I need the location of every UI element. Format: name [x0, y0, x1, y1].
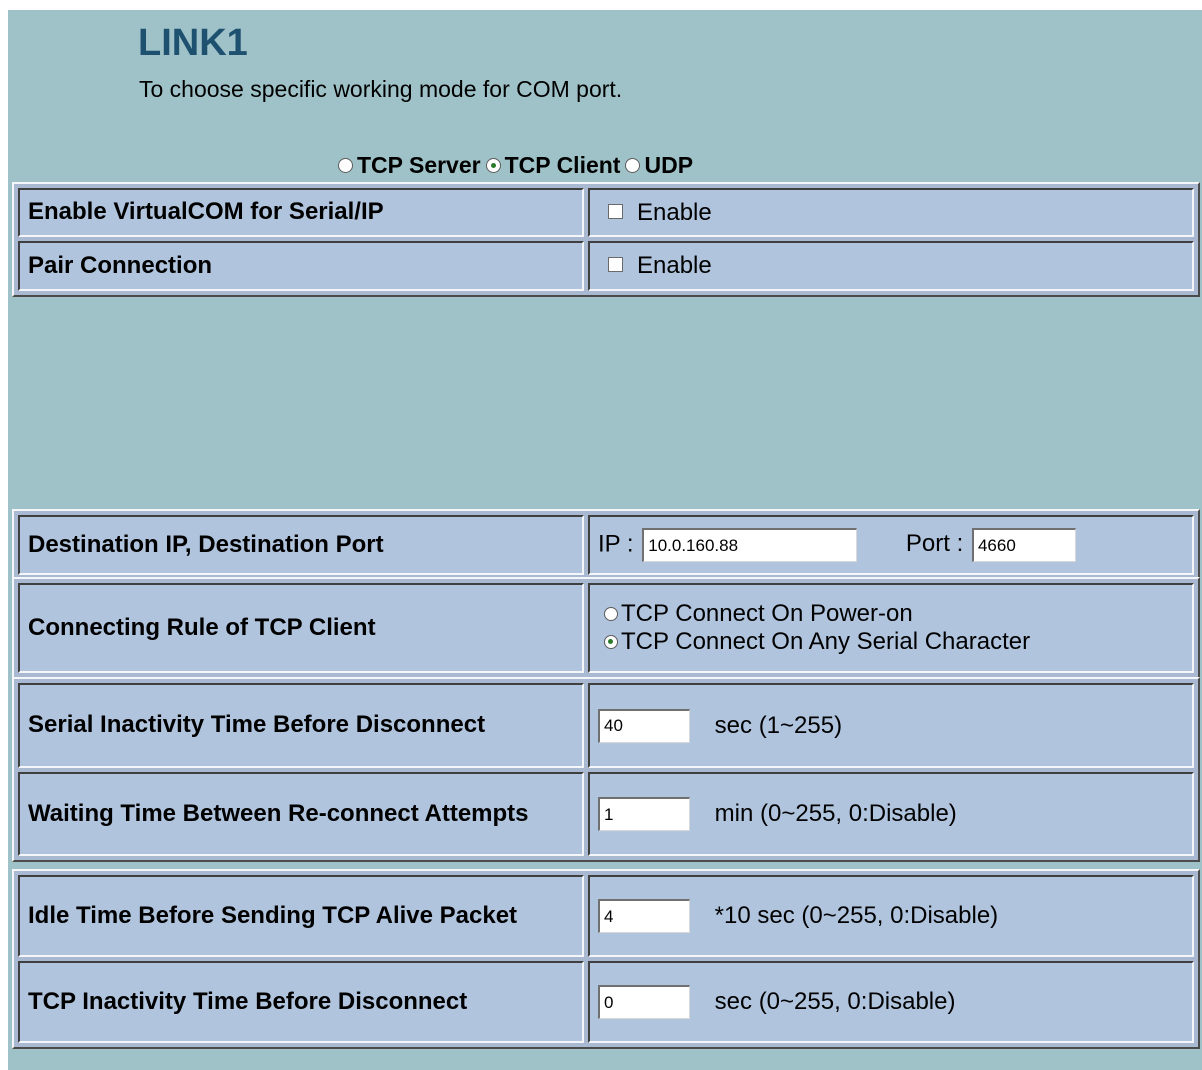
idle-alive-unit: *10 sec (0~255, 0:Disable): [714, 902, 999, 929]
mode-option-tcp-server[interactable]: TCP Server: [338, 152, 481, 179]
mode-udp-radio[interactable]: [625, 157, 641, 173]
virtualcom-label: Enable VirtualCOM for Serial/IP: [18, 188, 584, 237]
connecting-rule-table: Connecting Rule of TCP Client TCP Connec…: [12, 577, 1200, 679]
page-margin: [0, 0, 8, 1070]
reconnect-wait-row: Waiting Time Between Re-connect Attempts…: [18, 772, 1194, 856]
ip-label: IP :: [598, 530, 634, 558]
pair-connection-enable-label: Enable: [637, 252, 712, 279]
destination-table: Destination IP, Destination Port IP : Po…: [12, 509, 1200, 581]
pair-connection-label: Pair Connection: [18, 241, 584, 291]
destination-ip-input[interactable]: [642, 528, 858, 562]
timers-table-1: Serial Inactivity Time Before Disconnect…: [12, 677, 1200, 862]
tcp-inactivity-row: TCP Inactivity Time Before Disconnect se…: [18, 961, 1194, 1043]
destination-value-cell: IP : Port :: [588, 515, 1194, 575]
mode-tcp-client-radio[interactable]: [485, 157, 501, 173]
virtualcom-value-cell: Enable: [588, 188, 1194, 237]
destination-port-input[interactable]: [971, 528, 1076, 562]
virtualcom-row: Enable VirtualCOM for Serial/IP Enable: [18, 188, 1194, 237]
reconnect-wait-value-cell: min (0~255, 0:Disable): [588, 772, 1194, 856]
mode-option-udp[interactable]: UDP: [625, 152, 693, 179]
serial-inactivity-unit: sec (1~255): [714, 711, 843, 739]
mode-udp-label: UDP: [644, 151, 694, 178]
tcp-inactivity-label: TCP Inactivity Time Before Disconnect: [18, 961, 584, 1043]
pair-connection-value-cell: Enable: [588, 241, 1194, 291]
working-mode-selector: TCP Server TCP Client UDP: [338, 148, 698, 182]
port-label: Port :: [905, 530, 964, 558]
rule-any-serial-radio[interactable]: [604, 635, 618, 649]
mode-tcp-server-radio[interactable]: [338, 157, 353, 173]
pair-connection-row: Pair Connection Enable: [18, 241, 1194, 291]
reconnect-wait-unit: min (0~255, 0:Disable): [714, 800, 957, 827]
connecting-rule-label: Connecting Rule of TCP Client: [18, 583, 584, 673]
serial-inactivity-value-cell: sec (1~255): [588, 683, 1194, 768]
idle-alive-input[interactable]: [598, 899, 690, 933]
reconnect-wait-label: Waiting Time Between Re-connect Attempts: [18, 772, 584, 856]
mode-tcp-server-label: TCP Server: [357, 151, 481, 178]
pair-connection-enable-checkbox[interactable]: [608, 257, 623, 273]
mode-tcp-client-label: TCP Client: [504, 151, 621, 178]
connecting-rule-row: Connecting Rule of TCP Client TCP Connec…: [18, 583, 1194, 673]
idle-alive-value-cell: *10 sec (0~255, 0:Disable): [588, 875, 1194, 957]
serial-inactivity-input[interactable]: [598, 708, 690, 743]
virtualcom-enable-label: Enable: [637, 198, 712, 226]
rule-option-any-serial[interactable]: TCP Connect On Any Serial Character: [604, 628, 1184, 656]
virtualcom-enable-checkbox[interactable]: [608, 203, 623, 219]
idle-alive-row: Idle Time Before Sending TCP Alive Packe…: [18, 875, 1194, 957]
mode-option-tcp-client[interactable]: TCP Client: [485, 151, 621, 179]
destination-row: Destination IP, Destination Port IP : Po…: [18, 515, 1194, 575]
serial-inactivity-row: Serial Inactivity Time Before Disconnect…: [18, 683, 1194, 768]
tcp-inactivity-input[interactable]: [598, 985, 690, 1019]
serial-inactivity-label: Serial Inactivity Time Before Disconnect: [18, 683, 584, 768]
reconnect-wait-input[interactable]: [598, 797, 690, 831]
rule-any-serial-label: TCP Connect On Any Serial Character: [621, 628, 1031, 655]
idle-alive-label: Idle Time Before Sending TCP Alive Packe…: [18, 875, 584, 957]
destination-label: Destination IP, Destination Port: [18, 515, 584, 575]
page-title: LINK1: [138, 22, 248, 64]
link-settings-page: LINK1 To choose specific working mode fo…: [8, 10, 1202, 1070]
timers-table-2: Idle Time Before Sending TCP Alive Packe…: [12, 869, 1200, 1049]
tcp-inactivity-unit: sec (0~255, 0:Disable): [714, 988, 956, 1015]
rule-option-power-on[interactable]: TCP Connect On Power-on: [604, 600, 1184, 628]
rule-power-on-label: TCP Connect On Power-on: [621, 600, 913, 627]
rule-power-on-radio[interactable]: [604, 607, 618, 621]
page-subtitle: To choose specific working mode for COM …: [139, 76, 623, 102]
basic-settings-table: Enable VirtualCOM for Serial/IP Enable P…: [12, 182, 1200, 297]
connecting-rule-value-cell: TCP Connect On Power-on TCP Connect On A…: [588, 583, 1194, 673]
tcp-inactivity-value-cell: sec (0~255, 0:Disable): [588, 961, 1194, 1043]
